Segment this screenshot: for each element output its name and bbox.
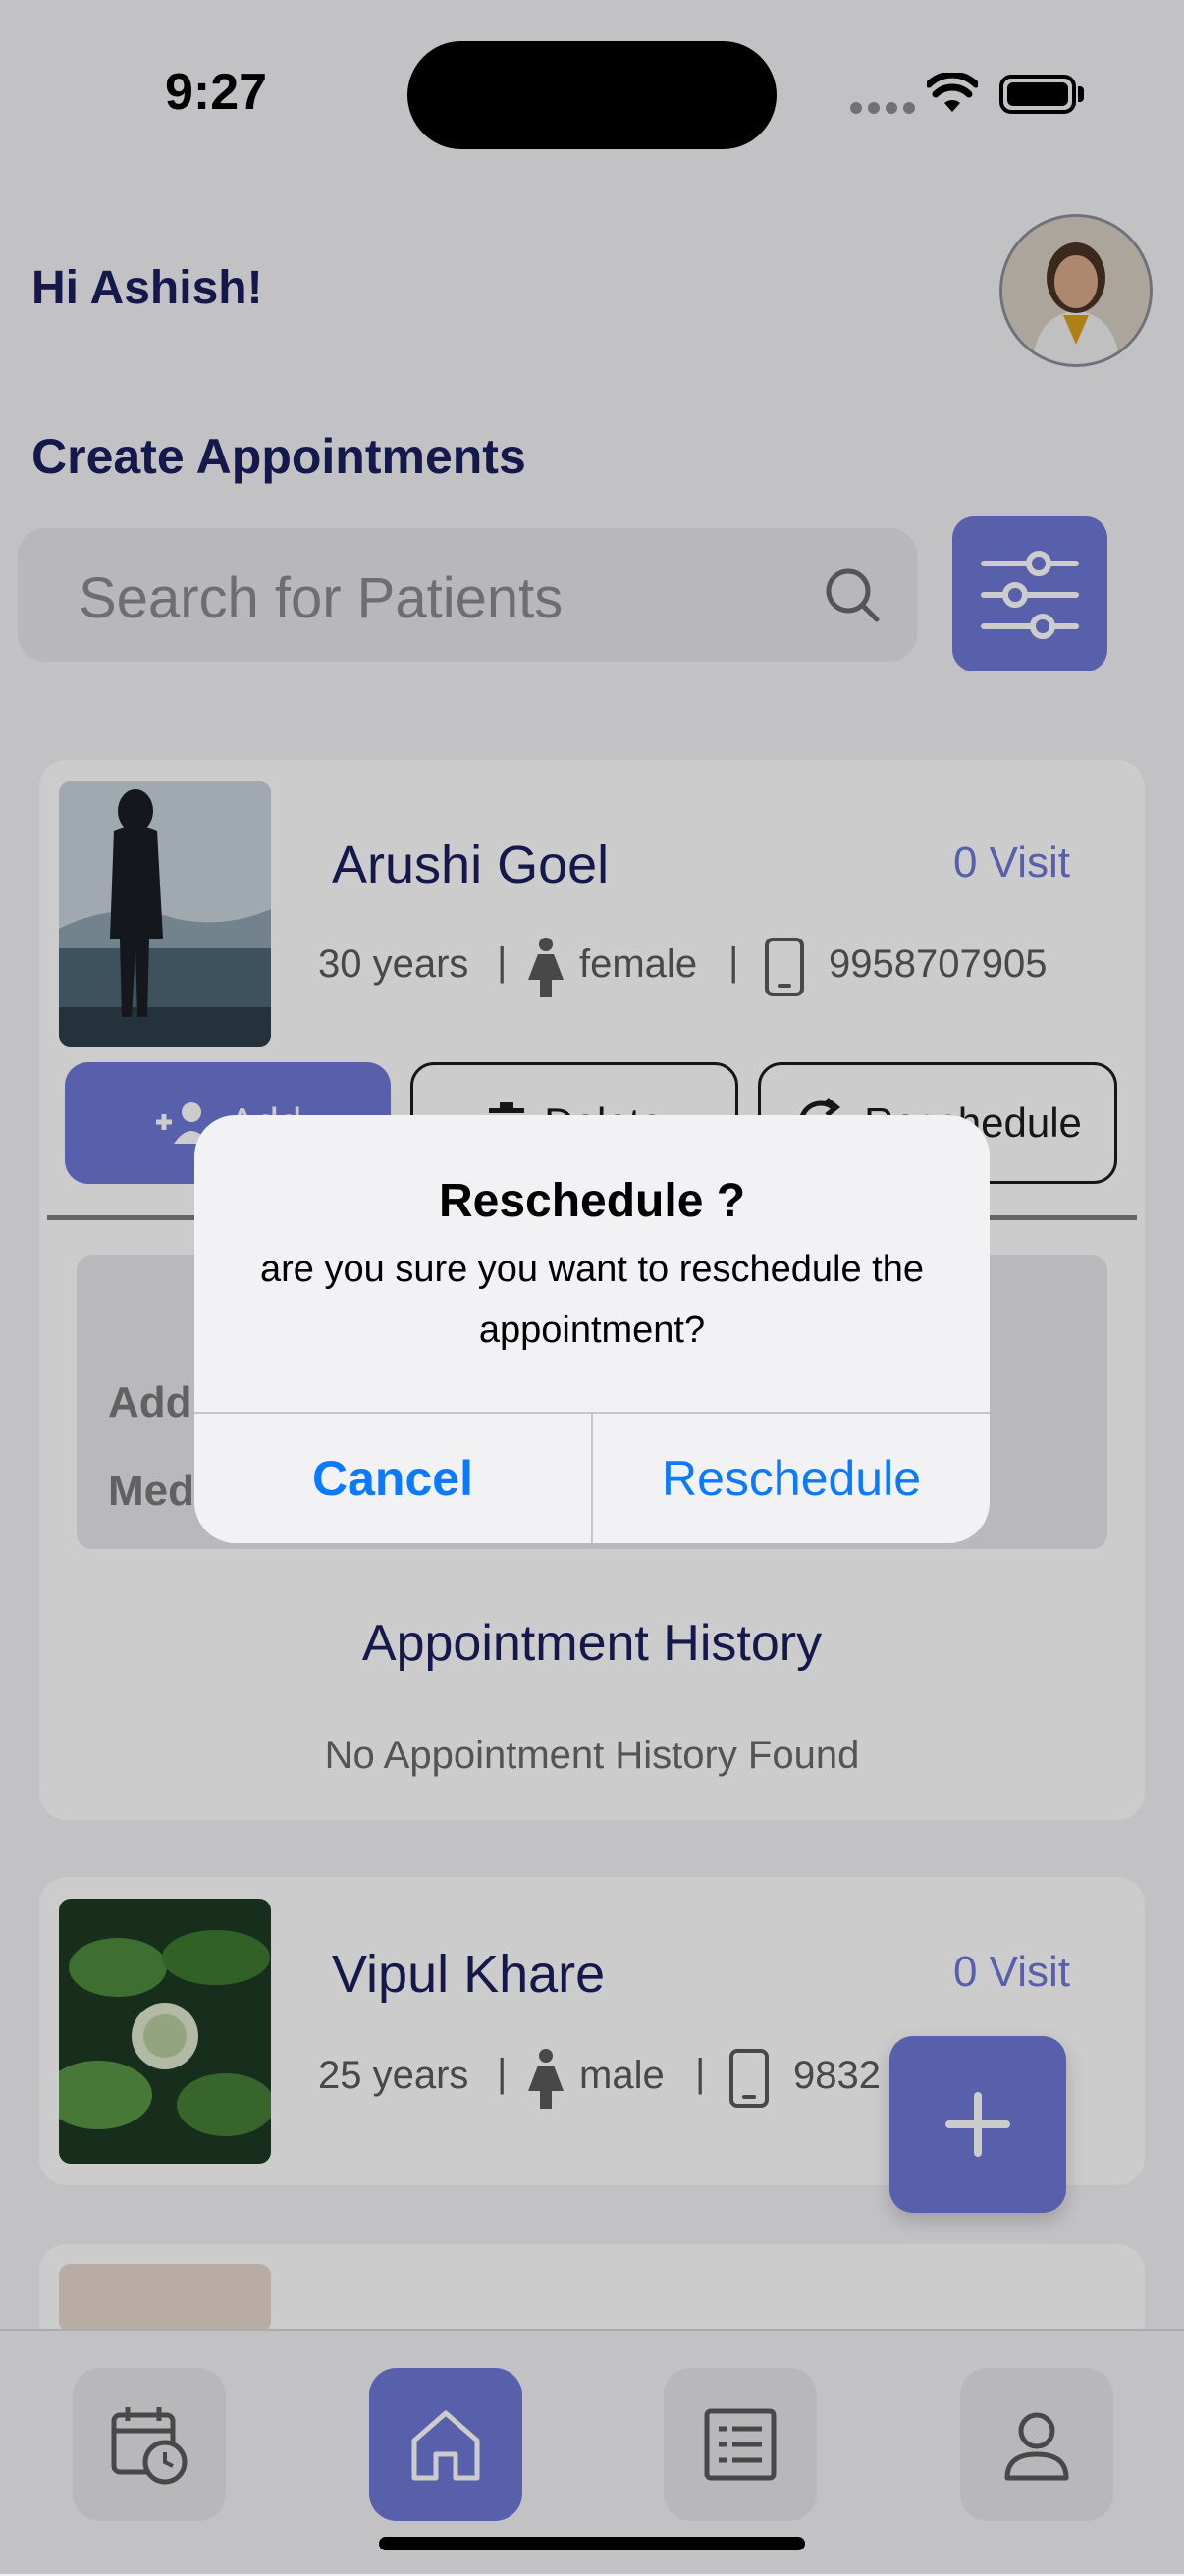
reschedule-alert-dialog: Reschedule ? are you sure you want to re…	[194, 1115, 990, 1543]
alert-title: Reschedule ?	[438, 1175, 746, 1227]
alert-message: are you sure you want to reschedule the …	[260, 1249, 924, 1351]
alert-reschedule-button[interactable]: Reschedule	[593, 1414, 990, 1543]
home-indicator	[379, 2537, 805, 2550]
alert-cancel-button[interactable]: Cancel	[194, 1414, 591, 1543]
